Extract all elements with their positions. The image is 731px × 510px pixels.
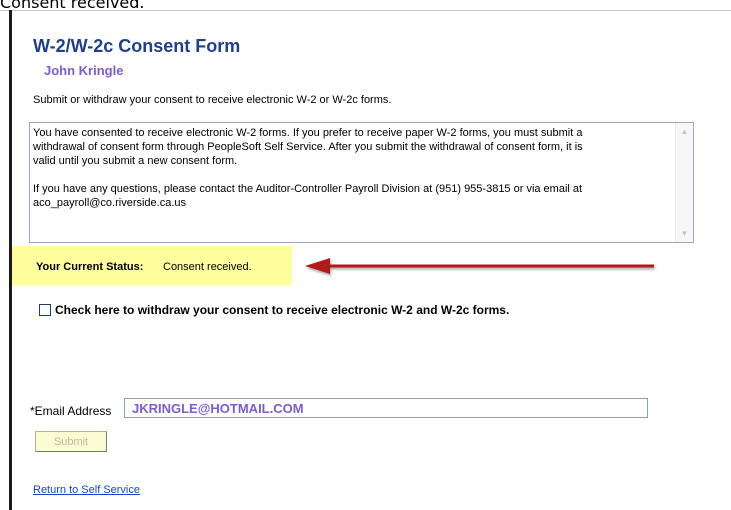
submit-button[interactable]: Submit [35, 431, 107, 452]
annotation-arrow-icon [305, 258, 654, 274]
notice-line: withdrawal of consent form through Peopl… [33, 141, 583, 153]
notice-line: If you have any questions, please contac… [33, 183, 583, 195]
page-title: W-2/W-2c Consent Form [33, 36, 241, 56]
return-to-self-service-link[interactable]: Return to Self Service [33, 484, 140, 496]
withdraw-consent-checkbox[interactable] [39, 304, 51, 316]
instruction-text: Submit or withdraw your consent to recei… [33, 94, 392, 106]
frame-top-border [0, 10, 731, 11]
scroll-up-icon[interactable]: ▲ [676, 123, 693, 140]
notice-scrollbar[interactable]: ▲ ▼ [675, 123, 693, 242]
current-status-label: Your Current Status: [36, 261, 144, 273]
notice-line: You have consented to receive electronic… [33, 127, 583, 139]
notice-line: valid until you submit a new consent for… [33, 155, 238, 167]
scroll-down-icon[interactable]: ▼ [676, 225, 693, 242]
current-status-value: Consent received. [163, 261, 252, 273]
notice-line: aco_payroll@co.riverside.ca.us [33, 197, 187, 209]
consent-notice-text: You have consented to receive electronic… [33, 126, 673, 210]
email-address-input[interactable] [124, 398, 648, 418]
withdraw-consent-label[interactable]: Check here to withdraw your consent to r… [55, 303, 509, 317]
email-address-label: *Email Address [30, 404, 112, 418]
consent-notice-textarea[interactable]: You have consented to receive electronic… [29, 122, 694, 243]
employee-name: John Kringle [44, 63, 124, 78]
